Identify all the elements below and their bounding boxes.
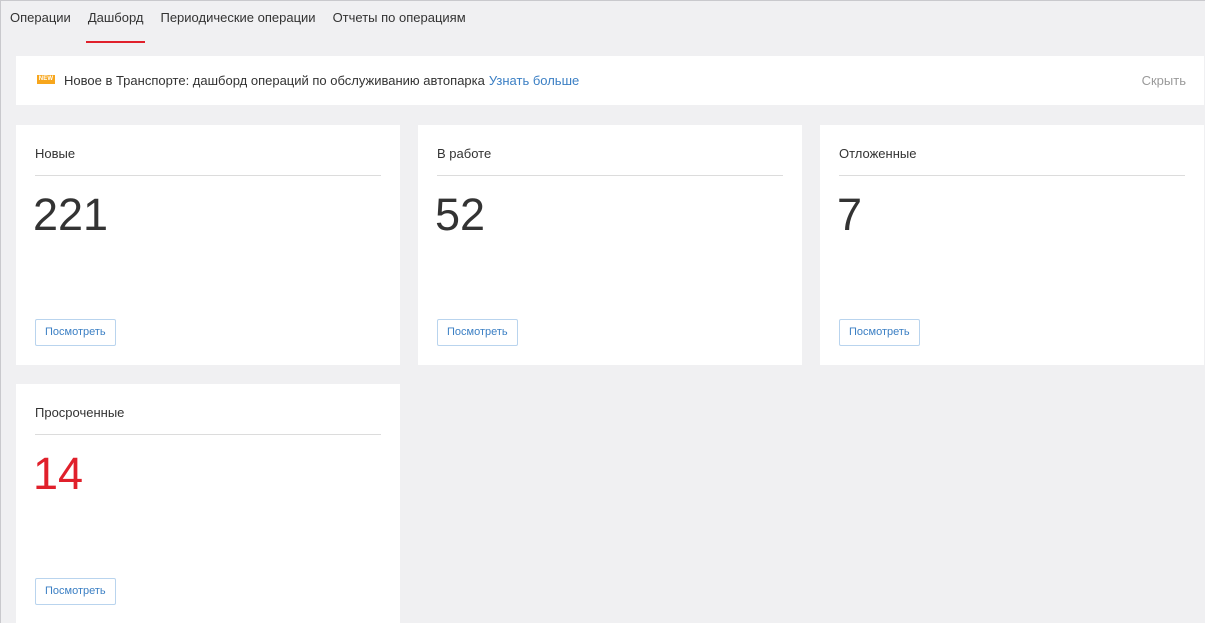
card-title: Просроченные	[35, 405, 125, 420]
news-banner: NEW Новое в Транспорте: дашборд операций…	[16, 56, 1204, 105]
tab-operation-reports[interactable]: Отчеты по операциям	[333, 1, 466, 55]
card-overdue: Просроченные 14 Посмотреть	[16, 384, 400, 623]
card-value: 14	[33, 448, 84, 499]
card-divider	[35, 434, 381, 435]
view-in-progress-button[interactable]: Посмотреть	[437, 319, 518, 346]
tab-label: Отчеты по операциям	[332, 10, 466, 25]
tab-label: Дашборд	[87, 10, 144, 25]
tab-operations[interactable]: Операции	[10, 1, 71, 55]
view-overdue-button[interactable]: Посмотреть	[35, 578, 116, 605]
view-postponed-button[interactable]: Посмотреть	[839, 319, 920, 346]
hide-banner-button[interactable]: Скрыть	[1142, 73, 1186, 88]
tab-bar: Операции Дашборд Периодические операции …	[1, 1, 1205, 55]
card-title: Отложенные	[839, 146, 917, 161]
tab-periodic-operations[interactable]: Периодические операции	[160, 1, 315, 55]
card-new: Новые 221 Посмотреть	[16, 125, 400, 365]
new-badge: NEW	[37, 74, 55, 84]
dashboard-page: Операции Дашборд Периодические операции …	[0, 0, 1205, 623]
banner-text: Новое в Транспорте: дашборд операций по …	[64, 73, 485, 88]
tab-label: Операции	[10, 10, 71, 25]
card-divider	[35, 175, 381, 176]
view-new-button[interactable]: Посмотреть	[35, 319, 116, 346]
card-title: Новые	[35, 146, 76, 161]
tab-label: Периодические операции	[160, 10, 316, 25]
card-title: В работе	[437, 146, 492, 161]
card-value: 7	[837, 189, 863, 240]
card-divider	[437, 175, 783, 176]
card-value: 221	[33, 189, 109, 240]
card-divider	[839, 175, 1185, 176]
learn-more-link[interactable]: Узнать больше	[489, 73, 579, 88]
card-postponed: Отложенные 7 Посмотреть	[820, 125, 1204, 365]
card-value: 52	[435, 189, 486, 240]
tab-dashboard[interactable]: Дашборд	[85, 1, 146, 55]
card-in-progress: В работе 52 Посмотреть	[418, 125, 802, 365]
